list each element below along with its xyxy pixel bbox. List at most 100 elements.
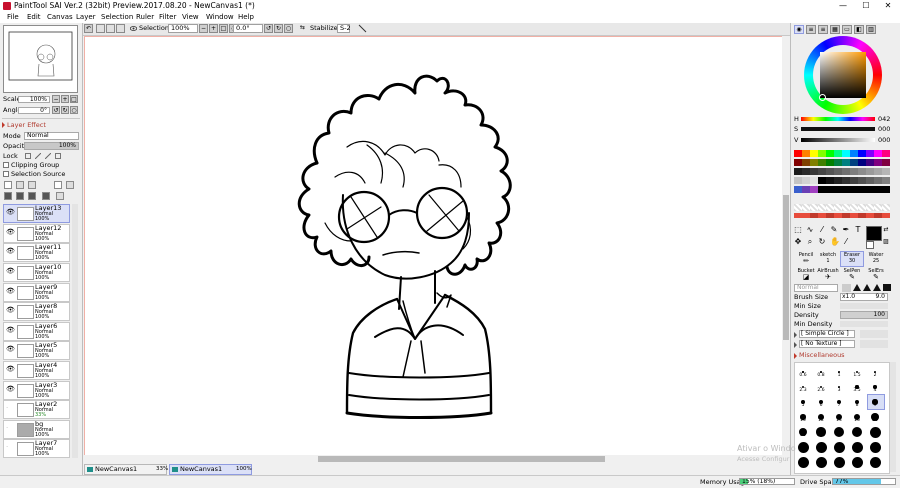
brush-shape-select[interactable]: [ Simple Circle ] (799, 330, 855, 338)
undo-icon[interactable]: ↶ (84, 24, 93, 33)
color-swatch[interactable] (810, 159, 818, 166)
color-swatch[interactable] (866, 150, 874, 157)
horizontal-scroll-thumb[interactable] (318, 456, 605, 462)
scale-down-button[interactable]: − (52, 95, 60, 103)
palette-swatch[interactable] (850, 213, 858, 218)
menu-layer[interactable]: Layer (76, 13, 96, 22)
new-folder-icon[interactable] (16, 181, 24, 189)
tip-medium-icon[interactable] (863, 284, 871, 291)
color-swatch[interactable] (826, 177, 834, 184)
density-slider[interactable]: 100 (840, 311, 888, 319)
drawing-canvas[interactable] (84, 36, 790, 463)
layer-row[interactable]: · Layer2 Normal 33% (3, 400, 70, 419)
color-swatch[interactable] (818, 186, 826, 193)
color-swatch[interactable] (858, 159, 866, 166)
layer-row[interactable]: 👁 Layer8 Normal 100% (3, 302, 70, 321)
minimize-button[interactable]: — (832, 0, 854, 12)
lock-move-icon[interactable] (44, 152, 52, 160)
color-swatch[interactable] (866, 177, 874, 184)
empty-swatch[interactable] (794, 204, 802, 211)
color-swatch[interactable] (858, 168, 866, 175)
color-swatch[interactable] (834, 186, 842, 193)
clipping-group-checkbox[interactable] (3, 162, 9, 168)
layer-row[interactable]: 👁 Layer9 Normal 100% (3, 283, 70, 302)
color-swatch[interactable] (810, 177, 818, 184)
layer-row[interactable]: 👁 Layer3 Normal 100% (3, 381, 70, 400)
rotate-right-button[interactable]: ↻ (274, 24, 283, 33)
color-swatch[interactable] (858, 150, 866, 157)
zoom-out-button[interactable]: − (199, 24, 208, 33)
close-button[interactable]: ✕ (877, 0, 899, 12)
rotate-reset-button[interactable]: ○ (284, 24, 293, 33)
color-swatch[interactable] (810, 150, 818, 157)
angle-reset-button[interactable]: ○ (70, 106, 78, 114)
color-swatch[interactable] (874, 150, 882, 157)
menu-canvas[interactable]: Canvas (47, 13, 73, 22)
misc-expand-icon[interactable] (794, 353, 797, 359)
empty-swatch[interactable] (826, 204, 834, 211)
min-size-slider[interactable] (840, 303, 888, 309)
color-swatch[interactable] (826, 168, 834, 175)
color-swatch[interactable] (842, 186, 850, 193)
color-swatch[interactable] (818, 150, 826, 157)
color-swatch[interactable] (802, 150, 810, 157)
brush-size-field[interactable]: x1.0 9.0 (840, 293, 888, 301)
fill-layer-icon[interactable] (16, 192, 24, 200)
color-swatch[interactable] (850, 168, 858, 175)
delete-layer-icon[interactable] (42, 192, 50, 200)
layer-list-scrollbar[interactable] (72, 204, 78, 458)
menu-ruler[interactable]: Ruler (136, 13, 154, 22)
tip-square-icon[interactable] (883, 284, 891, 291)
brush-eraser-selected[interactable]: Eraser 30 (840, 251, 864, 267)
palette-swatch[interactable] (882, 213, 890, 218)
layer-effect-label[interactable]: Layer Effect (7, 121, 46, 129)
layer-misc-icon[interactable] (56, 192, 64, 200)
visibility-eye-icon[interactable]: 👁 (6, 386, 15, 393)
color-swatch[interactable] (850, 150, 858, 157)
canvas-tab[interactable]: NewCanvas1 33% (84, 464, 168, 475)
palette-swatch[interactable] (794, 213, 802, 218)
menu-help[interactable]: Help (238, 13, 254, 22)
palette-swatch[interactable] (842, 213, 850, 218)
angle-field[interactable]: 0° (18, 107, 50, 114)
color-swatch[interactable] (826, 150, 834, 157)
color-swatch[interactable] (826, 159, 834, 166)
layer-row[interactable]: 👁 Layer13 Normal 100% (3, 204, 70, 223)
brush-mode-select[interactable]: Normal (794, 284, 838, 292)
brush-selpen[interactable]: SelPen ✎ (840, 268, 864, 282)
color-swatch[interactable] (842, 159, 850, 166)
scale-reset-button[interactable]: □ (70, 95, 78, 103)
size-presets-scrollbar[interactable] (890, 362, 896, 472)
layer-effect-expand-icon[interactable] (2, 122, 5, 128)
hue-ring[interactable] (804, 36, 882, 114)
hidden-eye-icon[interactable]: · (6, 425, 13, 432)
layer-row[interactable]: 👁 Layer5 Normal 100% (3, 341, 70, 360)
selection-source-checkbox[interactable] (3, 171, 9, 177)
lasso-icon[interactable]: ∿ (806, 226, 814, 234)
color-swatch[interactable] (858, 177, 866, 184)
visibility-eye-icon[interactable]: 👁 (6, 366, 15, 373)
angle-right-button[interactable]: ↻ (61, 106, 69, 114)
transparent-color-icon[interactable]: ▨ (882, 238, 890, 246)
layer-row[interactable]: 👁 Layer4 Normal 100% (3, 361, 70, 380)
color-swatch[interactable] (826, 186, 834, 193)
palette-swatch[interactable] (826, 213, 834, 218)
stabilizer-select[interactable]: S-2 (337, 24, 351, 33)
hand-tool-icon[interactable]: ✋ (830, 238, 840, 246)
brush-airbrush[interactable]: AirBrush ✈ (816, 268, 840, 282)
palette-swatch[interactable] (834, 213, 842, 218)
brush-texture-select[interactable]: [ No Texture ] (799, 340, 855, 348)
color-swatch[interactable] (866, 168, 874, 175)
menu-file[interactable]: File (7, 13, 19, 22)
layer-row[interactable]: 👁 Layer12 Normal 100% (3, 224, 70, 243)
straight-line-icon[interactable] (358, 24, 367, 33)
canvas-tab-active[interactable]: NewCanvas1 100% (169, 464, 252, 475)
tip-flat-icon[interactable] (842, 284, 851, 292)
layer-row[interactable]: · bg Normal 100% (3, 420, 70, 439)
zoom-field[interactable]: 100% (168, 24, 198, 33)
merge-down-icon[interactable] (66, 181, 74, 189)
menu-view[interactable]: View (182, 13, 199, 22)
color-swatch[interactable] (842, 150, 850, 157)
texture-expand-icon[interactable] (794, 342, 797, 348)
color-swatch[interactable] (882, 159, 890, 166)
